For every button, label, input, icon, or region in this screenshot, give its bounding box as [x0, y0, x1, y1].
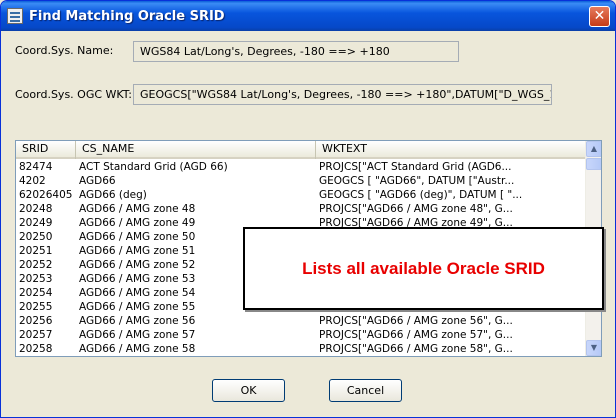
column-header-wktext[interactable]: WKTEXT — [316, 141, 587, 159]
coord-sys-wkt-label: Coord.Sys. OGC WKT: — [15, 88, 132, 101]
annotation-callout: Lists all available Oracle SRID — [243, 227, 604, 310]
wktext-cell: GEOGCS [ "AGD66", DATUM ["Austr... — [319, 175, 515, 187]
srid-cell: 20258 — [19, 343, 53, 355]
table-row[interactable]: 62026405 AGD66 (deg) GEOGCS [ "AGD66 (deg)… — [16, 188, 587, 202]
srid-cell: 4202 — [19, 175, 46, 187]
dialog-window: Find Matching Oracle SRID ✕ Coord.Sys. N… — [0, 0, 616, 418]
srid-cell: 20256 — [19, 315, 53, 327]
cs-name-cell: AGD66 — [79, 175, 116, 187]
table-row[interactable]: 20257 AGD66 / AMG zone 57 PROJCS["AGD66 / … — [16, 328, 587, 342]
column-header-srid[interactable]: SRID — [16, 141, 76, 159]
wktext-cell: PROJCS["AGD66 / AMG zone 48", G... — [319, 203, 513, 215]
srid-cell: 20257 — [19, 329, 53, 341]
srid-cell: 82474 — [19, 161, 53, 173]
srid-cell: 20250 — [19, 231, 53, 243]
table-row[interactable]: 82474 ACT Standard Grid (AGD 66) PROJCS["A… — [16, 160, 587, 174]
srid-cell: 20253 — [19, 273, 53, 285]
scroll-thumb[interactable] — [586, 158, 601, 170]
cs-name-cell: AGD66 (deg) — [79, 189, 147, 201]
column-header-cs-name[interactable]: CS_NAME — [76, 141, 316, 159]
srid-cell: 20251 — [19, 245, 53, 257]
wktext-cell: PROJCS["ACT Standard Grid (AGD6... — [319, 161, 512, 173]
coord-sys-name-field[interactable]: WGS84 Lat/Long's, Degrees, -180 ==> +180 — [133, 41, 459, 62]
table-row[interactable]: 4202 AGD66 GEOGCS [ "AGD66", DATUM ["Austr… — [16, 174, 587, 188]
cs-name-cell: AGD66 / AMG zone 56 — [79, 315, 196, 327]
table-row[interactable]: 20256 AGD66 / AMG zone 56 PROJCS["AGD66 / … — [16, 314, 587, 328]
ok-button[interactable]: OK — [212, 379, 285, 402]
window-title: Find Matching Oracle SRID — [29, 8, 225, 24]
srid-cell: 20254 — [19, 287, 53, 299]
table-icon — [7, 8, 23, 24]
srid-cell: 20249 — [19, 217, 53, 229]
list-header: SRID CS_NAME WKTEXT — [16, 141, 587, 159]
srid-cell: 62026405 — [19, 189, 73, 201]
cs-name-cell: ACT Standard Grid (AGD 66) — [79, 161, 228, 173]
title-bar[interactable]: Find Matching Oracle SRID ✕ — [1, 1, 615, 31]
callout-text: Lists all available Oracle SRID — [302, 258, 545, 278]
scroll-up-button[interactable]: ▲ — [586, 141, 601, 157]
cs-name-cell: AGD66 / AMG zone 48 — [79, 203, 196, 215]
wktext-cell: PROJCS["AGD66 / AMG zone 57", G... — [319, 329, 513, 341]
close-button[interactable]: ✕ — [589, 6, 610, 27]
cs-name-cell: AGD66 / AMG zone 57 — [79, 329, 196, 341]
wktext-cell: PROJCS["AGD66 / AMG zone 56", G... — [319, 315, 513, 327]
srid-cell: 20255 — [19, 301, 53, 313]
cs-name-cell: AGD66 / AMG zone 58 — [79, 343, 196, 355]
cancel-button[interactable]: Cancel — [329, 379, 402, 402]
coord-sys-wkt-field[interactable]: GEOGCS["WGS84 Lat/Long's, Degrees, -180 … — [133, 84, 552, 105]
srid-cell: 20252 — [19, 259, 53, 271]
table-row[interactable]: 20248 AGD66 / AMG zone 48 PROJCS["AGD66 / … — [16, 202, 587, 216]
scroll-down-button[interactable]: ▼ — [586, 340, 601, 356]
wktext-cell: GEOGCS [ "AGD66 (deg)", DATUM [ "... — [319, 189, 523, 201]
table-row[interactable]: 20258 AGD66 / AMG zone 58 PROJCS["AGD66 / … — [16, 342, 587, 356]
coord-sys-name-label: Coord.Sys. Name: — [15, 44, 114, 57]
srid-cell: 20248 — [19, 203, 53, 215]
wktext-cell: PROJCS["AGD66 / AMG zone 58", G... — [319, 343, 513, 355]
